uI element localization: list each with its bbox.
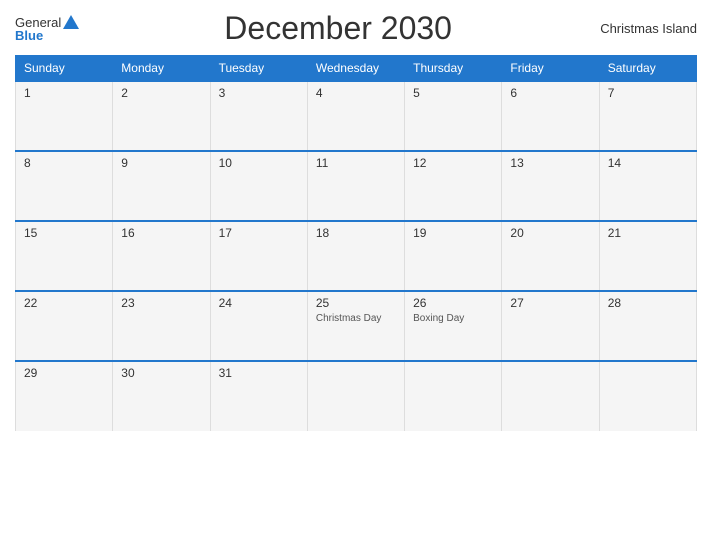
day-number: 1: [24, 86, 104, 100]
day-cell: 2: [113, 81, 210, 151]
day-cell: 15: [16, 221, 113, 291]
day-cell: 23: [113, 291, 210, 361]
day-cell: 9: [113, 151, 210, 221]
logo-general-text: General: [15, 16, 61, 29]
day-cell: 5: [405, 81, 502, 151]
day-cell: [405, 361, 502, 431]
logo: General Blue: [15, 15, 79, 42]
logo-triangle-icon: [63, 15, 79, 29]
week-row-4: 22 23 24 25 Christmas Day 26 Boxing Day 27 28: [16, 291, 697, 361]
weekday-header-row: Sunday Monday Tuesday Wednesday Thursday…: [16, 56, 697, 82]
day-number: 10: [219, 156, 299, 170]
day-cell: 14: [599, 151, 696, 221]
day-number: 24: [219, 296, 299, 310]
day-number: 9: [121, 156, 201, 170]
day-number: 28: [608, 296, 688, 310]
day-cell: 31: [210, 361, 307, 431]
day-cell: 16: [113, 221, 210, 291]
week-row-1: 1 2 3 4 5 6 7: [16, 81, 697, 151]
calendar-title: December 2030: [79, 10, 597, 47]
day-number: 29: [24, 366, 104, 380]
day-cell: 25 Christmas Day: [307, 291, 404, 361]
day-cell: 12: [405, 151, 502, 221]
day-number: 20: [510, 226, 590, 240]
header-monday: Monday: [113, 56, 210, 82]
header-tuesday: Tuesday: [210, 56, 307, 82]
calendar-body: 1234567891011121314151617181920212223242…: [16, 81, 697, 431]
header-saturday: Saturday: [599, 56, 696, 82]
day-cell: 8: [16, 151, 113, 221]
day-number: 7: [608, 86, 688, 100]
day-number: 23: [121, 296, 201, 310]
day-number: 16: [121, 226, 201, 240]
day-cell: 22: [16, 291, 113, 361]
calendar-container: General Blue December 2030 Christmas Isl…: [0, 0, 712, 550]
day-cell: 20: [502, 221, 599, 291]
day-cell: 17: [210, 221, 307, 291]
day-cell: 26 Boxing Day: [405, 291, 502, 361]
day-cell: 11: [307, 151, 404, 221]
day-number: 31: [219, 366, 299, 380]
week-row-3: 15 16 17 18 19 20 21: [16, 221, 697, 291]
day-number: 18: [316, 226, 396, 240]
day-number: 22: [24, 296, 104, 310]
day-number: 14: [608, 156, 688, 170]
day-number: 21: [608, 226, 688, 240]
day-cell: [599, 361, 696, 431]
day-number: 8: [24, 156, 104, 170]
week-row-2: 8 9 10 11 12 13 14: [16, 151, 697, 221]
day-number: 17: [219, 226, 299, 240]
day-cell: 30: [113, 361, 210, 431]
day-number: 5: [413, 86, 493, 100]
calendar-table: Sunday Monday Tuesday Wednesday Thursday…: [15, 55, 697, 431]
day-cell: [502, 361, 599, 431]
day-number: 4: [316, 86, 396, 100]
week-row-5: 29 30 31: [16, 361, 697, 431]
logo-blue-text: Blue: [15, 29, 43, 42]
holiday-label: Boxing Day: [413, 313, 493, 325]
day-cell: [307, 361, 404, 431]
day-cell: 4: [307, 81, 404, 151]
region-label: Christmas Island: [597, 21, 697, 36]
holiday-label: Christmas Day: [316, 313, 396, 325]
day-number: 12: [413, 156, 493, 170]
header-thursday: Thursday: [405, 56, 502, 82]
header-friday: Friday: [502, 56, 599, 82]
day-number: 25: [316, 296, 396, 310]
day-cell: 24: [210, 291, 307, 361]
day-cell: 28: [599, 291, 696, 361]
day-number: 27: [510, 296, 590, 310]
header-sunday: Sunday: [16, 56, 113, 82]
day-number: 6: [510, 86, 590, 100]
day-number: 19: [413, 226, 493, 240]
header-wednesday: Wednesday: [307, 56, 404, 82]
calendar-header: General Blue December 2030 Christmas Isl…: [15, 10, 697, 47]
day-cell: 19: [405, 221, 502, 291]
day-cell: 10: [210, 151, 307, 221]
day-cell: 18: [307, 221, 404, 291]
day-number: 11: [316, 156, 396, 170]
day-number: 30: [121, 366, 201, 380]
day-cell: 3: [210, 81, 307, 151]
day-number: 3: [219, 86, 299, 100]
day-cell: 7: [599, 81, 696, 151]
day-number: 26: [413, 296, 493, 310]
day-cell: 1: [16, 81, 113, 151]
day-cell: 6: [502, 81, 599, 151]
day-number: 15: [24, 226, 104, 240]
day-cell: 29: [16, 361, 113, 431]
day-number: 2: [121, 86, 201, 100]
day-number: 13: [510, 156, 590, 170]
day-cell: 27: [502, 291, 599, 361]
day-cell: 21: [599, 221, 696, 291]
day-cell: 13: [502, 151, 599, 221]
